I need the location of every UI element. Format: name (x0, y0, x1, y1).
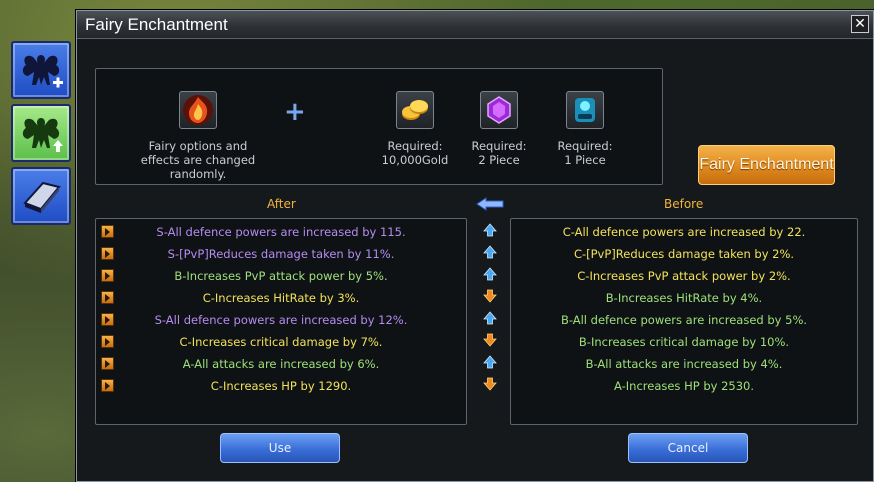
close-button[interactable]: ✕ (851, 15, 869, 33)
after-option-row[interactable]: A-All attacks are increased by 6%. (96, 353, 466, 375)
before-option-row: B-All attacks are increased by 4%. (585, 357, 783, 371)
after-option-row[interactable]: S-All defence powers are increased by 12… (96, 309, 466, 331)
arrow-up-icon (483, 355, 497, 369)
fairy-flame-icon (183, 95, 213, 125)
scroll-requirement: Required: 1 Piece (540, 91, 630, 167)
gold-requirement: Required: 10,000Gold (370, 91, 460, 167)
fairy-upgrade-button[interactable] (11, 104, 71, 162)
chevron-right-icon (101, 335, 114, 348)
stone-icon (23, 181, 61, 213)
requirements-panel: Fairy options and effects are changed ra… (95, 68, 663, 185)
fairy-enchantment-button[interactable]: Fairy Enchantment (698, 145, 835, 185)
arrow-down-icon (483, 289, 497, 303)
fairy-item-description: Fairy options and effects are changed ra… (140, 139, 256, 181)
gold-required-label: Required: (387, 139, 443, 153)
chevron-right-icon (101, 357, 114, 370)
after-option-row[interactable]: C-Increases critical damage by 7%. (96, 331, 466, 353)
arrow-up-icon (483, 245, 497, 259)
scroll-required-label: Required: (557, 139, 613, 153)
close-icon: ✕ (854, 16, 866, 32)
arrow-up-icon (483, 267, 497, 281)
scroll-slot[interactable] (566, 91, 604, 129)
gold-required-value: 10,000Gold (381, 153, 449, 167)
window-titlebar[interactable]: Fairy Enchantment ✕ (77, 11, 873, 39)
after-option-row[interactable]: S-[PvP]Reduces damage taken by 11%. (96, 243, 466, 265)
before-option-row: C-All defence powers are increased by 22… (562, 225, 806, 239)
arrow-up-icon (483, 311, 497, 325)
after-option-row[interactable]: S-All defence powers are increased by 11… (96, 221, 466, 243)
cancel-button[interactable]: Cancel (628, 433, 748, 463)
window-title: Fairy Enchantment (85, 15, 228, 34)
blue-scroll-icon (575, 98, 595, 122)
gold-coins-icon (402, 100, 428, 120)
gem-requirement: Required: 2 Piece (454, 91, 544, 167)
fairy-upgrade-icon (22, 118, 63, 152)
before-options-list: C-All defence powers are increased by 22… (510, 218, 858, 425)
purple-gem-icon (487, 96, 511, 124)
after-label: After (267, 197, 296, 211)
arrow-up-icon (483, 223, 497, 237)
gem-slot[interactable] (480, 91, 518, 129)
chevron-right-icon (101, 291, 114, 304)
arrow-down-icon (483, 377, 497, 391)
arrow-left-icon (476, 197, 504, 211)
chevron-right-icon (101, 379, 114, 392)
gold-slot[interactable] (396, 91, 434, 129)
fairy-enchantment-window: Fairy Enchantment ✕ Fairy options and ef… (76, 10, 874, 482)
after-options-list: S-All defence powers are increased by 11… (95, 218, 467, 425)
gem-required-label: Required: (471, 139, 527, 153)
before-option-row: A-Increases HP by 2530. (614, 379, 754, 393)
chevron-right-icon (101, 313, 114, 326)
plus-symbol: + (284, 97, 306, 127)
fairy-add-button[interactable] (11, 41, 71, 99)
enchant-stone-button[interactable] (11, 167, 71, 225)
arrow-down-icon (483, 333, 497, 347)
chevron-right-icon (101, 247, 114, 260)
after-option-row[interactable]: B-Increases PvP attack power by 5%. (96, 265, 466, 287)
before-label: Before (664, 197, 704, 211)
scroll-required-value: 1 Piece (564, 153, 606, 167)
before-option-row: B-Increases HitRate by 4%. (605, 291, 763, 305)
before-option-row: B-Increases critical damage by 10%. (578, 335, 790, 349)
use-button[interactable]: Use (220, 433, 340, 463)
before-option-row: C-[PvP]Reduces damage taken by 2%. (573, 247, 795, 261)
after-option-row[interactable]: C-Increases HitRate by 3%. (96, 287, 466, 309)
fairy-add-icon (22, 55, 63, 88)
fairy-item: Fairy options and effects are changed ra… (138, 91, 258, 181)
chevron-right-icon (101, 269, 114, 282)
gem-required-value: 2 Piece (478, 153, 520, 167)
before-option-row: B-All defence powers are increased by 5%… (560, 313, 808, 327)
fairy-item-slot[interactable] (179, 91, 217, 129)
chevron-right-icon (101, 225, 114, 238)
after-option-row[interactable]: C-Increases HP by 1290. (96, 375, 466, 397)
before-option-row: C-Increases PvP attack power by 2%. (577, 269, 791, 283)
